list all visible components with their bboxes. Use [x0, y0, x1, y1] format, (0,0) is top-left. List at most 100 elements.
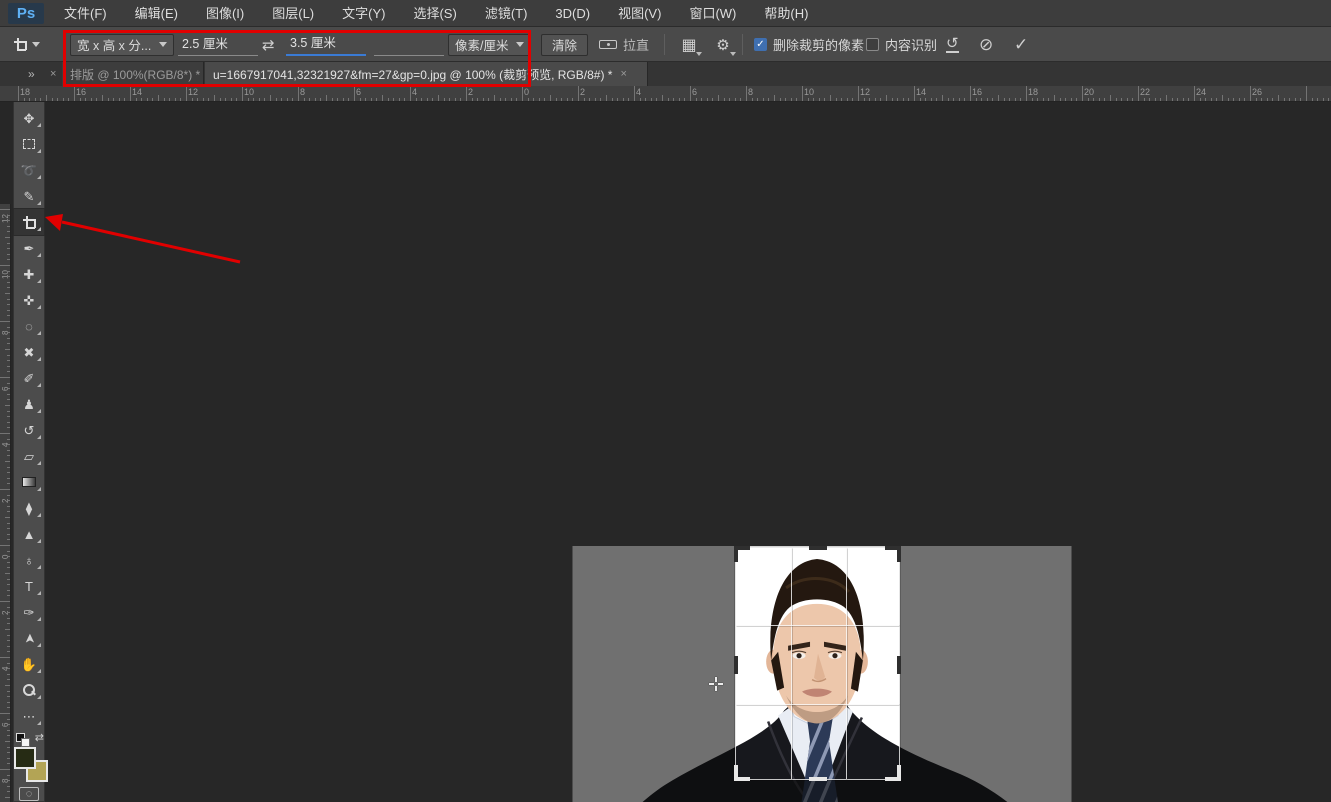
crop-handle-bottom[interactable] [809, 777, 827, 781]
crop-bounding-box[interactable] [735, 547, 900, 780]
crop-handle-bottom-right[interactable] [897, 765, 901, 781]
tab-overflow-chevrons[interactable]: » [28, 62, 35, 86]
menu-item[interactable]: 窗口(W) [675, 0, 750, 27]
crop-handle-right[interactable] [897, 656, 901, 674]
vertical-ruler[interactable]: 12108642024681012 [0, 204, 11, 802]
document-tab-active-crop-preview[interactable]: u=1667917041,32321927&fm=27&gp=0.jpg @ 1… [205, 62, 648, 86]
foreground-color-swatch[interactable] [14, 747, 36, 769]
resolution-unit-dropdown[interactable]: 像素/厘米 [448, 27, 530, 62]
lasso-tool-icon: ➰ [21, 164, 37, 177]
crop-handle-top-left[interactable] [734, 546, 738, 562]
swap-width-height-icon[interactable]: ⇄ [262, 27, 275, 62]
checkbox-icon[interactable] [866, 38, 879, 51]
menu-item[interactable]: 编辑(E) [121, 0, 192, 27]
commit-crop-button[interactable]: ✓ [1014, 27, 1028, 62]
delete-cropped-pixels-checkbox[interactable]: 删除裁剪的像素 [754, 27, 864, 62]
crop-settings-button[interactable]: ⚙ [710, 27, 736, 62]
clone-stamp-tool-icon: ♟ [23, 398, 35, 411]
hidden-tab-close-icon[interactable]: × [50, 62, 56, 86]
gradient-tool[interactable] [14, 469, 44, 495]
thirds-grid-line [736, 704, 899, 705]
menu-item[interactable]: 视图(V) [604, 0, 675, 27]
grid-overlay-icon: ▦ [681, 35, 696, 55]
menu-item[interactable]: 图像(I) [192, 0, 258, 27]
patch-tool[interactable]: ◌ [14, 313, 44, 339]
document-tab-layout[interactable]: 排版 @ 100%(RGB/8*) * × [62, 62, 204, 86]
swap-colors-icon[interactable]: ⇄ [35, 731, 44, 744]
eraser-tool[interactable]: ▱ [14, 443, 44, 469]
blur-tool[interactable]: ⧫ [14, 495, 44, 521]
photoshop-logo: Ps [8, 3, 44, 24]
eyedropper-tool[interactable]: ✒ [14, 235, 44, 261]
chevron-down-icon [32, 42, 40, 47]
content-aware-checkbox[interactable]: 内容识别 [866, 27, 937, 62]
checkbox-icon[interactable] [754, 38, 767, 51]
clear-button[interactable]: 清除 [541, 27, 588, 62]
brush-tool[interactable]: ✐ [14, 365, 44, 391]
reset-icon: ↺ [946, 37, 959, 53]
menu-item[interactable]: 帮助(H) [750, 0, 822, 27]
hand-tool-icon: ✋ [21, 658, 37, 671]
blur-tool-icon: ⧫ [26, 502, 32, 515]
crop-options-bar: 宽 x 高 x 分... 2.5 厘米 ⇄ 3.5 厘米 像素/厘米 清除 拉直 [0, 27, 1331, 62]
quick-selection-tool[interactable]: ✎ [14, 183, 44, 209]
crop-handle-left[interactable] [734, 656, 738, 674]
quick-mask-button[interactable]: ◌ [19, 787, 39, 801]
move-tool[interactable]: ✥ [14, 105, 44, 131]
crop-handle-top[interactable] [809, 546, 827, 550]
menu-item[interactable]: 文字(Y) [328, 0, 399, 27]
lasso-tool[interactable]: ➰ [14, 157, 44, 183]
canvas-workspace[interactable]: 12108642024681012 [0, 102, 1331, 802]
crop-handle-top-right[interactable] [897, 546, 901, 562]
menu-item[interactable]: 选择(S) [399, 0, 470, 27]
crop-handle-bottom-left[interactable] [734, 765, 738, 781]
aspect-preset-dropdown[interactable]: 宽 x 高 x 分... [70, 27, 174, 62]
menu-item[interactable]: 滤镜(T) [471, 0, 542, 27]
menu-items: 文件(F)编辑(E)图像(I)图层(L)文字(Y)选择(S)滤镜(T)3D(D)… [50, 0, 822, 27]
chevron-down-icon [516, 42, 524, 47]
crop-height-field[interactable]: 3.5 厘米 [286, 27, 366, 62]
photoshop-window: Ps 文件(F)编辑(E)图像(I)图层(L)文字(Y)选择(S)滤镜(T)3D… [0, 0, 1331, 802]
type-tool[interactable]: T [14, 573, 44, 599]
menu-item[interactable]: 图层(L) [258, 0, 328, 27]
content-aware-move-tool[interactable]: ✖ [14, 339, 44, 365]
document-tab-bar: » × 排版 @ 100%(RGB/8*) * × u=1667917041,3… [0, 62, 1331, 86]
history-brush-tool[interactable]: ↺ [14, 417, 44, 443]
straighten-button[interactable]: 拉直 [599, 27, 649, 62]
pen-tool[interactable]: ✑ [14, 599, 44, 625]
default-colors-icon[interactable] [16, 733, 25, 742]
dodge-tool-icon: ♁ [24, 554, 34, 567]
straighten-level-icon [599, 40, 617, 49]
resolution-field[interactable] [374, 27, 444, 62]
hand-tool[interactable]: ✋ [14, 651, 44, 677]
checkmark-icon: ✓ [1014, 35, 1028, 55]
eyedropper-tool-icon: ✒ [24, 242, 35, 255]
zoom-tool[interactable] [14, 677, 44, 703]
clone-stamp-tool[interactable]: ♟ [14, 391, 44, 417]
rectangular-marquee-tool[interactable] [14, 131, 44, 157]
healing-brush-tool[interactable]: ✜ [14, 287, 44, 313]
thirds-grid-line [791, 548, 792, 779]
crop-tool[interactable] [14, 209, 44, 235]
dodge-tool[interactable]: ♁ [14, 547, 44, 573]
patch-tool-icon: ◌ [25, 320, 33, 333]
menu-item[interactable]: 文件(F) [50, 0, 121, 27]
thirds-grid-line [846, 548, 847, 779]
menu-item[interactable]: 3D(D) [541, 0, 604, 27]
sharpen-tool[interactable]: ▲ [14, 521, 44, 547]
close-tab-icon[interactable]: × [620, 68, 626, 80]
overlay-grid-button[interactable]: ▦ [676, 27, 702, 62]
spot-healing-brush-tool[interactable]: ✚ [14, 261, 44, 287]
chevron-down-icon [730, 52, 736, 56]
edit-toolbar-button[interactable]: ⋯ [14, 703, 44, 729]
divider [664, 34, 665, 55]
tools-panel: ✥ ➰ ✎ ✒ ✚ ✜ ◌ ✖✐ ♟ ↺▱ ⧫ ▲ ♁ T✑➤ ✋ ⋯ ⇄ ◌ [13, 102, 45, 802]
horizontal-ruler[interactable]: 1816141210864202468101214161820222426 [0, 86, 1331, 102]
crop-width-field[interactable]: 2.5 厘米 [178, 27, 258, 62]
cancel-crop-button[interactable]: ⊘ [979, 27, 993, 62]
spot-healing-brush-tool-icon: ✚ [24, 268, 35, 281]
reset-crop-button[interactable]: ↺ [946, 27, 959, 62]
path-selection-tool[interactable]: ➤ [14, 625, 44, 651]
chevron-down-icon [696, 52, 702, 56]
tool-preset-button[interactable] [14, 27, 40, 62]
